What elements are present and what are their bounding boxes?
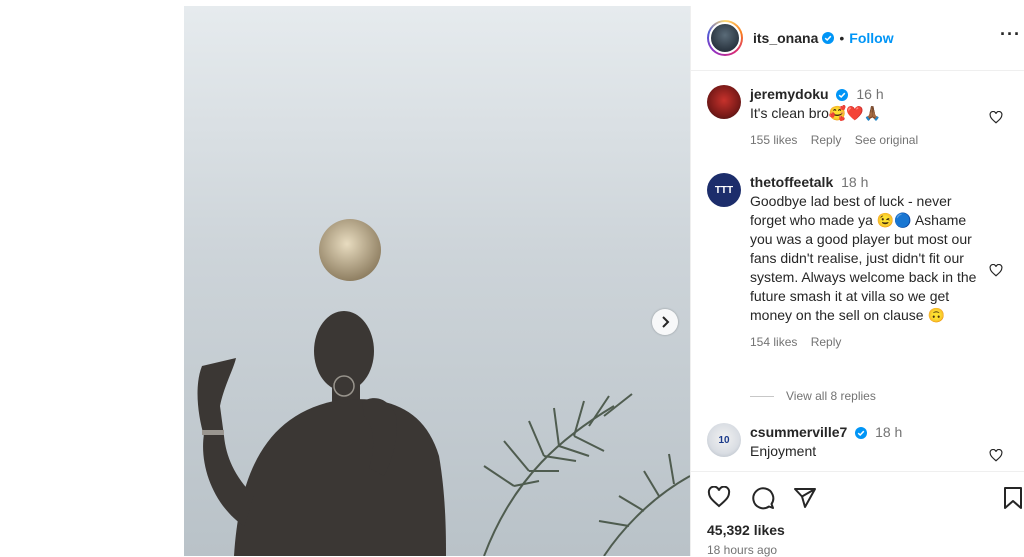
post-timestamp: 18 hours ago — [707, 543, 778, 557]
comment-time: 18 h — [841, 174, 869, 190]
author-username[interactable]: its_onana — [753, 30, 818, 46]
avatar-label: 10 — [718, 434, 730, 446]
view-replies-label: View all 8 replies — [786, 389, 876, 403]
like-comment-heart-icon[interactable] — [989, 111, 1003, 124]
view-replies-button[interactable]: View all 8 replies — [750, 389, 876, 403]
post-photo — [184, 6, 690, 556]
share-send-icon[interactable] — [793, 486, 817, 510]
comments-list: jeremydoku 16 h It's clean bro🥰❤️🙏🏾 155 … — [691, 71, 1024, 471]
comment-username[interactable]: jeremydoku — [750, 86, 829, 102]
comment-likes[interactable]: 155 likes — [750, 133, 797, 147]
comment-username[interactable]: thetoffeetalk — [750, 174, 833, 190]
replies-line — [750, 395, 774, 397]
comment-bubble-icon[interactable] — [751, 486, 775, 510]
like-heart-icon[interactable] — [707, 486, 731, 508]
commenter-avatar[interactable] — [707, 85, 741, 119]
commenter-avatar[interactable]: 10 — [707, 423, 741, 457]
chevron-right-icon — [662, 316, 670, 328]
verified-badge-icon — [822, 32, 835, 44]
more-options-icon[interactable]: ··· — [1000, 24, 1021, 45]
verified-badge-icon — [855, 427, 868, 440]
verified-badge-icon — [836, 89, 849, 102]
reply-button[interactable]: Reply — [811, 335, 842, 349]
avatar-label: TTT — [714, 184, 734, 196]
author-avatar[interactable] — [707, 20, 743, 56]
post-actions: 45,392 likes 18 hours ago — [691, 471, 1024, 557]
commenter-avatar[interactable]: TTT — [707, 173, 741, 207]
like-comment-heart-icon[interactable] — [989, 449, 1003, 462]
comment-text: Goodbye lad best of luck - never forget … — [750, 193, 977, 323]
comment-likes[interactable]: 154 likes — [750, 335, 797, 349]
save-bookmark-icon[interactable] — [1003, 486, 1023, 510]
likes-count[interactable]: 45,392 likes — [707, 522, 785, 538]
follow-button[interactable]: Follow — [849, 30, 893, 46]
separator-dot: • — [839, 30, 845, 46]
comment-text: It's clean bro🥰❤️🙏🏾 — [750, 105, 882, 121]
next-photo-button[interactable] — [652, 309, 678, 335]
photo-illustration — [197, 219, 690, 556]
comment-text: Enjoyment — [750, 443, 817, 459]
post-header: its_onana • Follow ··· — [691, 6, 1024, 71]
post-side-panel: its_onana • Follow ··· jeremydoku 16 h I… — [690, 6, 1024, 557]
like-comment-heart-icon[interactable] — [989, 264, 1003, 277]
reply-button[interactable]: Reply — [811, 133, 842, 147]
comment-username[interactable]: csummerville7 — [750, 424, 847, 440]
comment-time: 16 h — [856, 86, 884, 102]
comment-time: 18 h — [875, 424, 903, 440]
see-original-button[interactable]: See original — [855, 133, 918, 147]
